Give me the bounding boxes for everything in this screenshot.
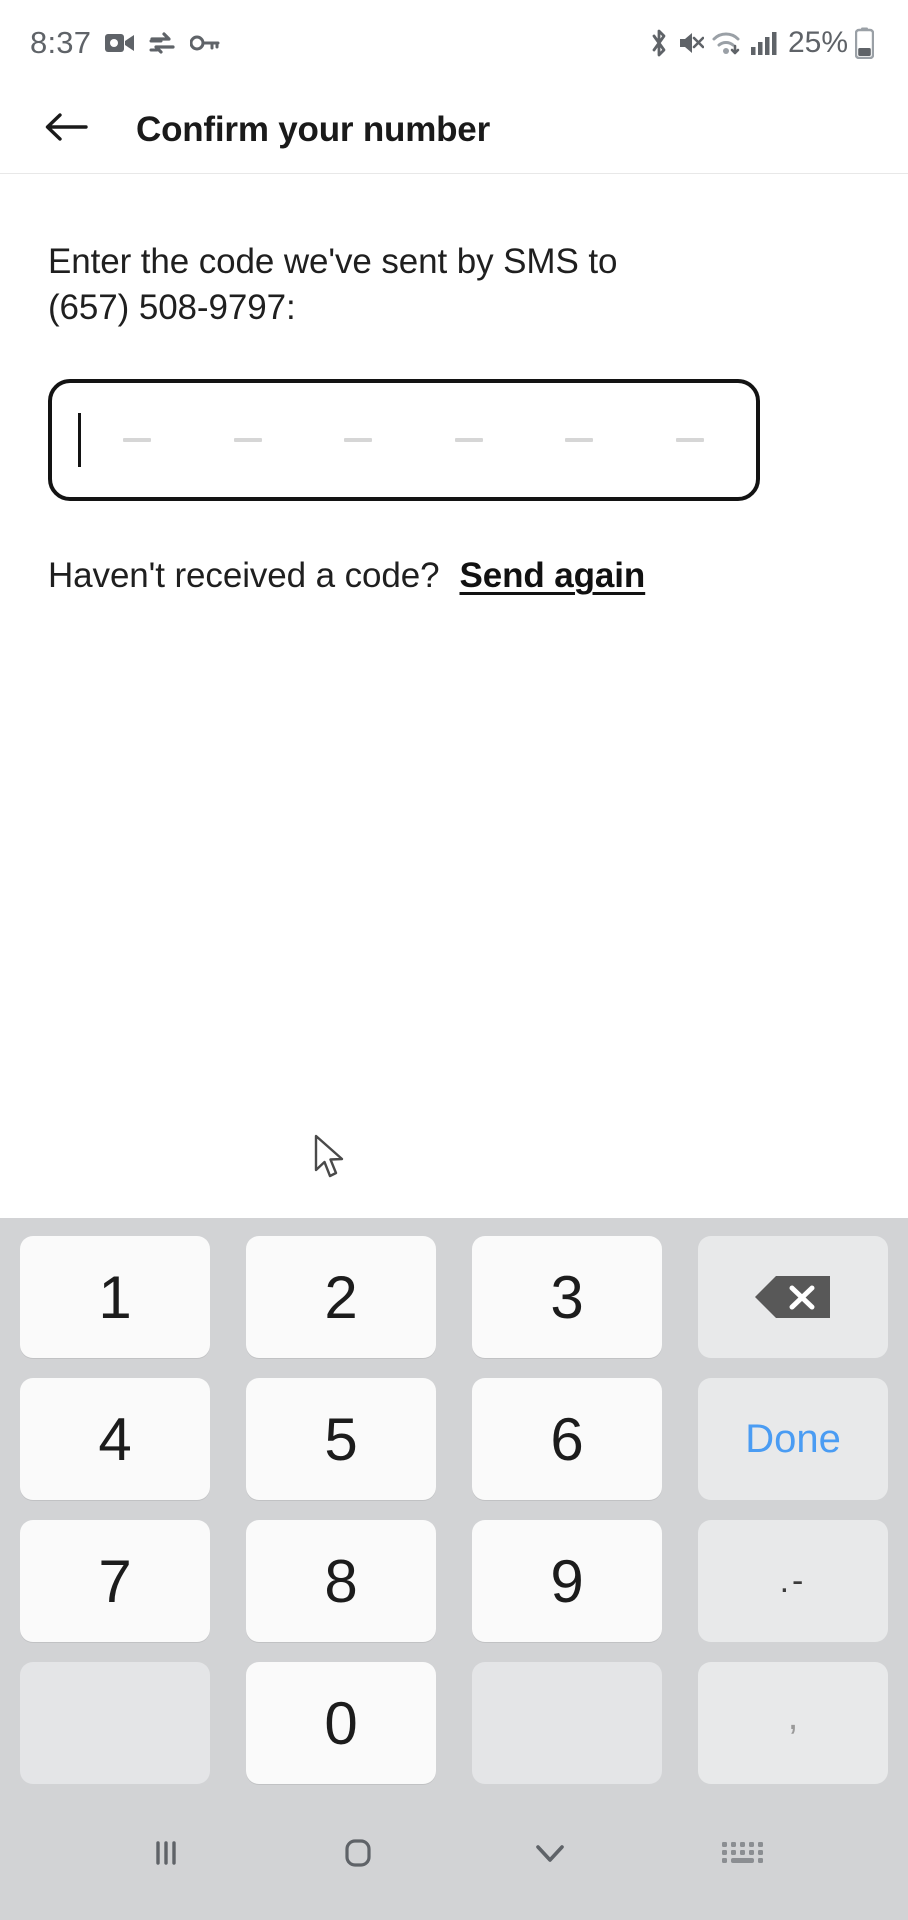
status-bar-left: 8:37	[30, 25, 220, 61]
wifi-icon	[711, 29, 743, 57]
key-9[interactable]: 9	[472, 1520, 662, 1642]
app-bar: Confirm your number	[0, 86, 908, 174]
key-punctuation[interactable]: .-	[698, 1520, 888, 1642]
key-comma[interactable]: ,	[698, 1662, 888, 1784]
nav-recents-button[interactable]	[121, 1820, 211, 1890]
key-blank-left[interactable]	[20, 1662, 210, 1784]
keyboard-row: 4 5 6 Done	[20, 1378, 888, 1500]
recents-icon	[146, 1833, 186, 1878]
status-bar-right: 25%	[648, 26, 874, 60]
arrow-left-icon	[44, 110, 88, 149]
status-bar: 8:37 25%	[0, 0, 908, 86]
code-slot	[675, 438, 704, 443]
resend-question: Haven't received a code?	[48, 556, 440, 596]
keyboard-row: 7 8 9 .-	[20, 1520, 888, 1642]
code-slot	[123, 438, 151, 443]
key-blank-right[interactable]	[472, 1662, 662, 1784]
code-slot-group	[81, 438, 734, 443]
bluetooth-icon	[648, 28, 670, 58]
main-content: Enter the code we've sent by SMS to (657…	[0, 174, 908, 1218]
system-navigation-bar	[0, 1800, 908, 1920]
send-again-link[interactable]: Send again	[459, 556, 645, 596]
home-icon	[337, 1832, 379, 1879]
code-slot	[454, 438, 483, 443]
nav-hide-keyboard-button[interactable]	[505, 1820, 595, 1890]
key-backspace[interactable]	[698, 1236, 888, 1358]
backspace-icon	[754, 1274, 832, 1320]
nav-home-button[interactable]	[313, 1820, 403, 1890]
cellular-signal-icon	[750, 30, 778, 56]
chevron-down-icon	[529, 1836, 571, 1875]
key-4[interactable]: 4	[20, 1378, 210, 1500]
status-time: 8:37	[30, 25, 92, 60]
numeric-keyboard: 1 2 3 4 5 6 Done 7 8 9 .- 0 ,	[0, 1218, 908, 1800]
keyboard-row: 1 2 3	[20, 1236, 888, 1358]
code-slot	[344, 438, 373, 443]
key-7[interactable]: 7	[20, 1520, 210, 1642]
key-0[interactable]: 0	[246, 1662, 436, 1784]
battery-percent-label: 25%	[787, 26, 848, 59]
code-slot	[233, 438, 262, 443]
camera-icon	[105, 32, 135, 54]
mute-icon	[677, 29, 704, 57]
key-1[interactable]: 1	[20, 1236, 210, 1358]
sync-arrows-icon	[149, 31, 176, 55]
phone-screen: 8:37 25% Confirm your number Enter the c…	[0, 0, 908, 1920]
page-title: Confirm your number	[136, 109, 490, 149]
key-5[interactable]: 5	[246, 1378, 436, 1500]
key-2[interactable]: 2	[246, 1236, 436, 1358]
resend-row: Haven't received a code? Send again	[48, 556, 860, 596]
key-done[interactable]: Done	[698, 1378, 888, 1500]
code-slot	[565, 438, 594, 443]
keyboard-row: 0 ,	[20, 1662, 888, 1784]
nav-keyboard-switch-button[interactable]	[697, 1820, 787, 1890]
key-8[interactable]: 8	[246, 1520, 436, 1642]
key-3[interactable]: 3	[472, 1236, 662, 1358]
battery-icon	[855, 27, 874, 59]
key-icon	[190, 33, 220, 53]
back-button[interactable]	[40, 104, 92, 156]
key-6[interactable]: 6	[472, 1378, 662, 1500]
instruction-text: Enter the code we've sent by SMS to (657…	[48, 242, 618, 328]
keyboard-icon	[719, 1837, 765, 1874]
verification-code-input[interactable]	[48, 379, 760, 502]
